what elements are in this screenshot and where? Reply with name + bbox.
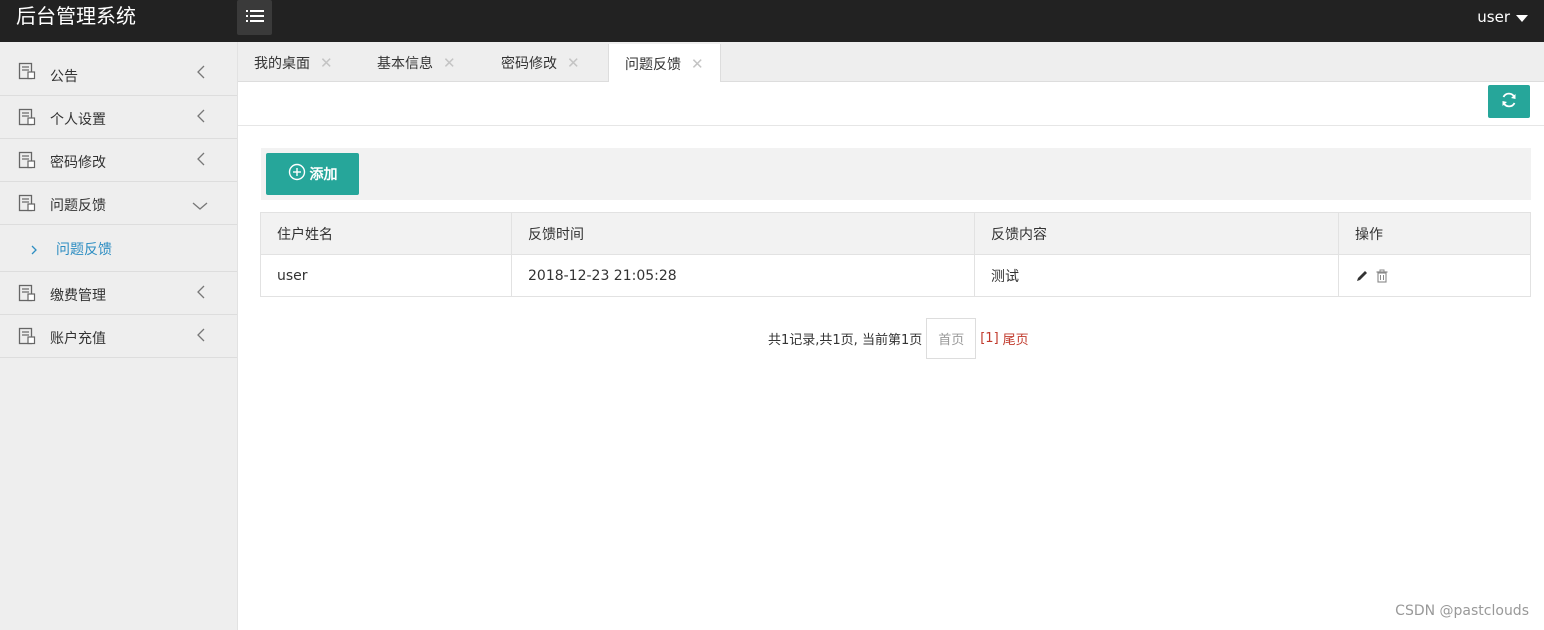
close-icon[interactable]: ✕ [320,54,333,72]
sidebar-item-personal-settings[interactable]: 个人设置 [0,96,237,139]
cell-feedback-time: 2018-12-23 21:05:28 [511,254,975,297]
cell-resident-name: user [260,254,512,297]
sidebar-item-feedback[interactable]: 问题反馈 [0,182,237,225]
sidebar-item-label: 缴费管理 [50,288,106,304]
column-header: 反馈时间 [511,212,975,255]
user-name: user [1477,8,1510,26]
add-circle-icon [288,163,306,185]
column-header: 反馈内容 [974,212,1339,255]
current-page: [1] [980,331,999,346]
chevron-left-icon [195,151,207,170]
action-toolbar: 添加 [261,148,1531,200]
feedback-table: 住户姓名 反馈时间 反馈内容 操作 user 2018-12-23 21:05:… [260,212,1531,297]
tab-bar: 我的桌面 ✕ 基本信息 ✕ 密码修改 ✕ 问题反馈 ✕ [238,42,1544,83]
tab-label: 我的桌面 [254,56,310,72]
tab-label: 密码修改 [501,56,557,72]
add-button-label: 添加 [309,167,338,183]
table-header-row: 住户姓名 反馈时间 反馈内容 操作 [260,212,1531,255]
sidebar-item-recharge[interactable]: 账户充值 [0,315,237,358]
hamburger-icon [245,8,264,27]
tab-label: 基本信息 [377,56,433,72]
caret-down-icon [1516,14,1528,22]
sidebar-subitem-feedback[interactable]: 问题反馈 [0,225,237,272]
user-menu[interactable]: user [1477,8,1528,26]
sidebar-item-payment[interactable]: 缴费管理 [0,272,237,315]
sidebar-item-label: 账户充值 [50,331,106,347]
cell-actions [1338,254,1531,297]
sidebar-item-password[interactable]: 密码修改 [0,139,237,182]
column-header: 操作 [1338,212,1531,255]
sidebar-item-label: 问题反馈 [50,198,106,214]
document-icon [18,108,36,130]
trash-icon[interactable] [1375,269,1389,283]
tab-password[interactable]: 密码修改 ✕ [501,44,580,82]
pagination: 共1记录,共1页, 当前第1页 首页 [1] 尾页 [768,318,1029,359]
refresh-icon [1500,91,1518,113]
document-icon [18,151,36,173]
tab-basic-info[interactable]: 基本信息 ✕ [377,44,456,82]
sidebar-item-label: 个人设置 [50,112,106,128]
edit-icon[interactable] [1355,269,1369,283]
tab-label: 问题反馈 [625,56,681,73]
add-button[interactable]: 添加 [266,153,359,195]
refresh-row [238,82,1544,126]
chevron-left-icon [195,108,207,127]
chevron-left-icon [195,284,207,303]
chevron-right-icon [30,241,38,260]
close-icon[interactable]: ✕ [691,55,704,73]
document-icon [18,62,36,84]
sidebar-item-label: 密码修改 [50,155,106,171]
table-row: user 2018-12-23 21:05:28 测试 [260,254,1531,297]
column-header: 住户姓名 [260,212,512,255]
document-icon [18,194,36,216]
cell-feedback-content: 测试 [974,254,1339,297]
watermark: CSDN @pastclouds [1395,603,1529,619]
close-icon[interactable]: ✕ [443,54,456,72]
chevron-left-icon [195,64,207,83]
pagination-summary: 共1记录,共1页, 当前第1页 [768,333,923,348]
tab-feedback[interactable]: 问题反馈 ✕ [608,44,721,83]
last-page-button[interactable]: 尾页 [1003,329,1029,348]
chevron-down-icon [192,196,208,215]
close-icon[interactable]: ✕ [567,54,580,72]
sidebar-subitem-label: 问题反馈 [56,242,112,258]
chevron-left-icon [195,327,207,346]
app-title: 后台管理系统 [16,4,136,28]
sidebar-item-announcement[interactable]: 公告 [0,42,237,96]
sidebar: 公告 个人设置 密码修改 问题反馈 问题反馈 缴费管理 账户充值 [0,42,238,630]
sidebar-item-label: 公告 [50,69,78,85]
menu-toggle-button[interactable] [237,0,272,35]
tab-desktop[interactable]: 我的桌面 ✕ [254,44,333,82]
refresh-button[interactable] [1488,85,1530,118]
document-icon [18,327,36,349]
document-icon [18,284,36,306]
top-header: 后台管理系统 user [0,0,1544,42]
first-page-button[interactable]: 首页 [926,318,977,359]
